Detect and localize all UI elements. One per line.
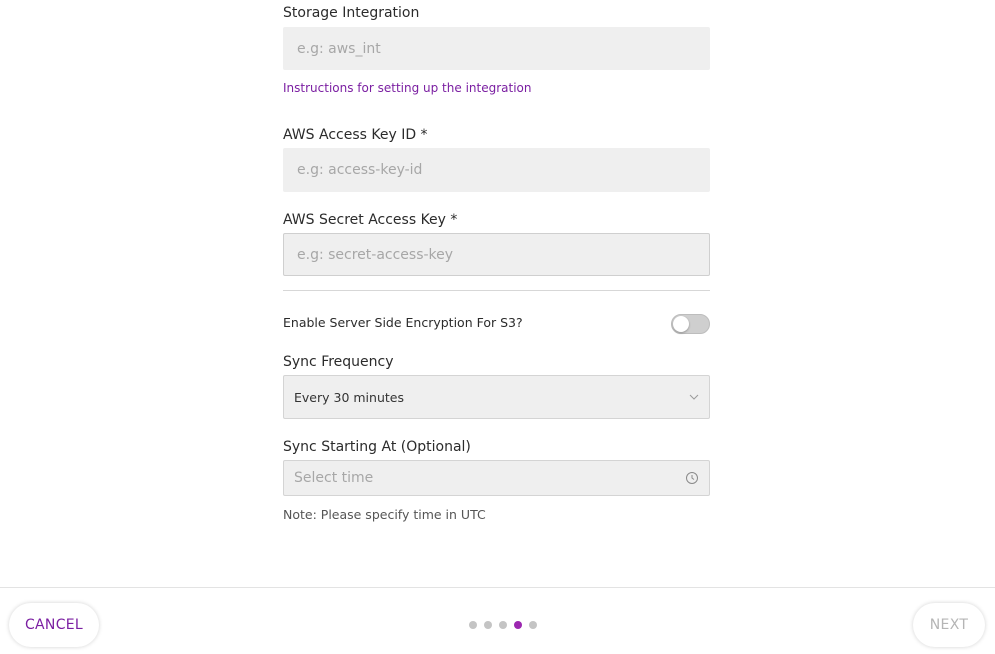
step-indicator [469, 621, 537, 629]
sync-start-time-input[interactable]: Select time [283, 460, 710, 496]
step-dot [529, 621, 537, 629]
sync-frequency-label: Sync Frequency [283, 354, 394, 370]
cancel-button[interactable]: CANCEL [9, 603, 99, 647]
sync-frequency-value: Every 30 minutes [294, 389, 404, 405]
step-dot [484, 621, 492, 629]
instructions-link[interactable]: Instructions for setting up the integrat… [283, 80, 531, 96]
aws-secret-key-placeholder: e.g: secret-access-key [297, 246, 454, 263]
aws-access-key-placeholder: e.g: access-key-id [297, 162, 423, 178]
storage-integration-placeholder: e.g: aws_int [297, 40, 381, 57]
connector-setup-page: Storage Integration e.g: aws_int Instruc… [0, 0, 995, 654]
footer-divider [0, 587, 995, 588]
section-divider [283, 290, 710, 291]
clock-icon [686, 472, 698, 484]
next-button[interactable]: NEXT [913, 603, 985, 647]
sync-start-label: Sync Starting At (Optional) [283, 439, 471, 455]
sync-start-placeholder: Select time [294, 470, 374, 486]
step-dot [469, 621, 477, 629]
sse-toggle[interactable] [671, 314, 710, 334]
step-dot-active [514, 621, 522, 629]
step-dot [499, 621, 507, 629]
chevron-down-icon [689, 394, 699, 400]
utc-note: Note: Please specify time in UTC [283, 507, 486, 522]
sse-label: Enable Server Side Encryption For S3? [283, 315, 523, 330]
aws-access-key-label: AWS Access Key ID * [283, 127, 428, 143]
storage-integration-label: Storage Integration [283, 5, 420, 21]
aws-access-key-input[interactable]: e.g: access-key-id [283, 148, 710, 192]
toggle-knob [673, 316, 689, 332]
storage-integration-input[interactable]: e.g: aws_int [283, 27, 710, 70]
sync-frequency-select[interactable]: Every 30 minutes [283, 375, 710, 419]
aws-secret-key-input[interactable]: e.g: secret-access-key [283, 233, 710, 276]
aws-secret-key-label: AWS Secret Access Key * [283, 212, 458, 228]
